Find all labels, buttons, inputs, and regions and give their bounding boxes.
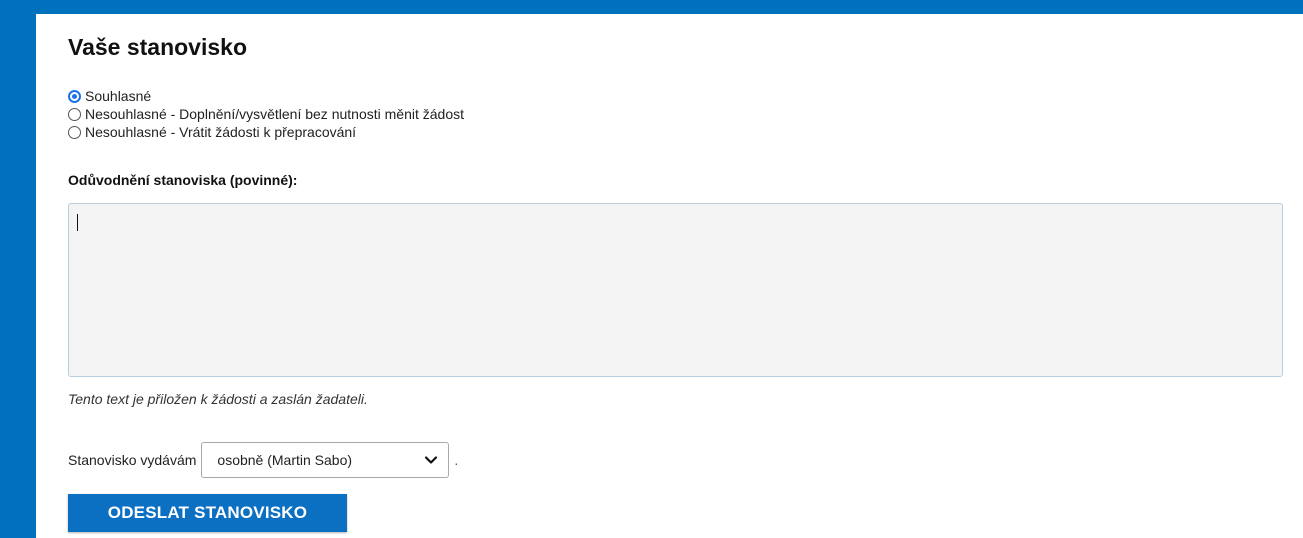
radio-button-disagree-clarify[interactable] xyxy=(68,107,81,121)
radio-label-disagree-clarify: Nesouhlasné - Doplnění/vysvětlení bez nu… xyxy=(85,106,464,122)
opinion-radio-group: Souhlasné Nesouhlasné - Doplnění/vysvětl… xyxy=(68,87,464,141)
submit-opinion-button[interactable]: ODESLAT STANOVISKO xyxy=(68,494,347,532)
issuer-selected-value: osobně (Martin Sabo) xyxy=(217,452,353,468)
radio-option-disagree-clarify[interactable]: Nesouhlasné - Doplnění/vysvětlení bez nu… xyxy=(68,105,464,123)
justification-hint: Tento text je přiložen k žádosti a zaslá… xyxy=(68,391,368,407)
justification-label: Odůvodnění stanoviska (povinné): xyxy=(68,172,298,188)
text-caret xyxy=(77,214,78,231)
issuer-select[interactable]: osobně (Martin Sabo) xyxy=(201,442,450,478)
issuer-label: Stanovisko vydávám xyxy=(68,452,197,468)
form-title: Vaše stanovisko xyxy=(68,34,247,60)
issuer-row: Stanovisko vydávám osobně (Martin Sabo) … xyxy=(68,442,458,478)
radio-button-agree[interactable] xyxy=(68,89,81,103)
issuer-suffix: . xyxy=(454,452,459,468)
radio-option-disagree-return[interactable]: Nesouhlasné - Vrátit žádosti k přepracov… xyxy=(68,123,464,141)
radio-option-agree[interactable]: Souhlasné xyxy=(68,87,464,105)
radio-button-disagree-return[interactable] xyxy=(68,125,81,139)
radio-label-agree: Souhlasné xyxy=(85,88,152,104)
page-panel: Vaše stanovisko Souhlasné Nesouhlasné - … xyxy=(36,14,1303,538)
chevron-down-icon xyxy=(425,456,438,464)
justification-textarea[interactable] xyxy=(68,203,1283,377)
radio-label-disagree-return: Nesouhlasné - Vrátit žádosti k přepracov… xyxy=(85,124,357,140)
